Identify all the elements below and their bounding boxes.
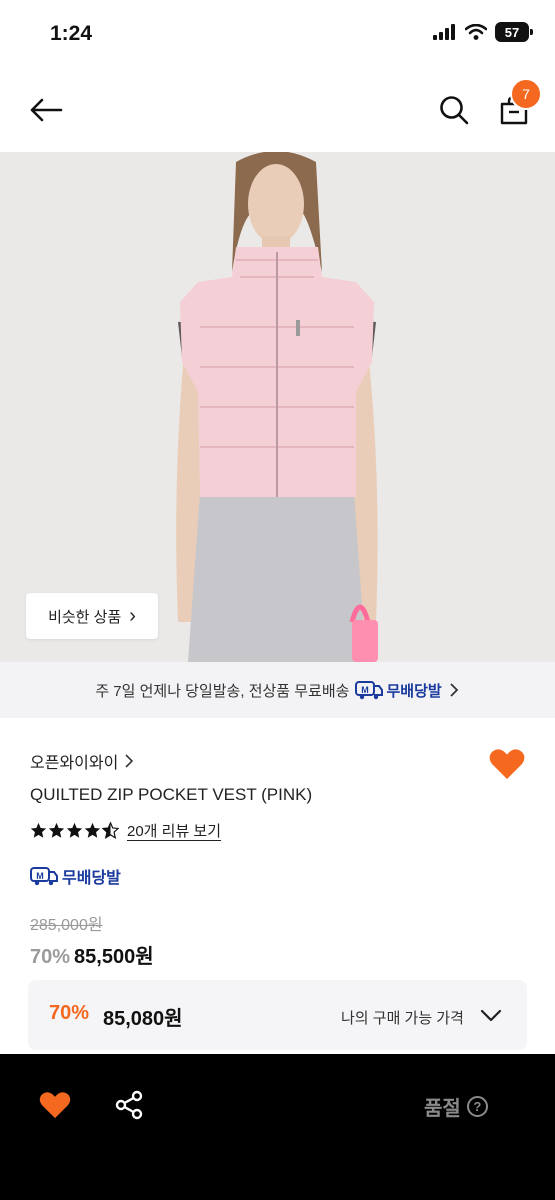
free-shipping-badge: M 무배당발 [30,864,121,888]
search-button[interactable] [434,90,474,130]
battery-icon: 57 [495,22,533,42]
sale-price: 85,500원 [74,946,154,968]
shipping-banner-text: 주 7일 언제나 당일발송, 전상품 무료배송 [95,682,350,700]
free-shipping-badge-label: 무배당발 [62,870,121,887]
shipping-banner[interactable]: 주 7일 언제나 당일발송, 전상품 무료배송 M 무배당발 [0,662,555,718]
truck-icon: M [355,681,384,700]
share-icon [115,1090,143,1120]
rating-row: 20개 리뷰 보기 [30,820,221,841]
my-price-label: 나의 구매 가능 가격 [341,1010,464,1027]
search-icon [440,96,469,125]
help-icon[interactable]: ? [466,1096,488,1117]
star-icon [30,822,47,838]
signal-icon [433,24,455,40]
like-button[interactable] [486,744,528,784]
top-nav: 7 [0,70,555,152]
status-bar: 1:24 57 [0,0,555,70]
wifi-icon [465,24,487,40]
sold-out-status: 품절 ? [424,1092,488,1121]
discount-rate: 70% [30,946,71,968]
product-image[interactable]: 비슷한 상품 › [0,152,555,662]
sold-out-label: 품절 [424,1098,461,1120]
similar-products-button[interactable]: 비슷한 상품 › [26,593,158,639]
original-price: 285,000원 [30,917,103,934]
truck-logo-mark: M [36,871,44,881]
truck-icon: M [30,867,58,886]
chevron-right-icon: › [129,605,136,627]
review-link[interactable]: 20개 리뷰 보기 [127,820,221,841]
my-price-box[interactable]: 70% 85,080원 나의 구매 가능 가격 [28,980,527,1050]
back-button[interactable] [26,90,66,130]
star-half-icon [102,822,119,839]
star-icon [66,822,83,838]
cart-count-badge: 7 [510,78,542,110]
my-discount-rate: 70% [49,1002,90,1024]
my-price: 85,080원 [103,1008,183,1030]
model-photo [0,152,555,662]
status-time: 1:24 [50,22,93,45]
bottom-action-bar: 품절 ? [0,1054,555,1200]
free-shipping-logo: M 무배당발 [355,680,442,701]
heart-icon [489,749,525,779]
star-icon [84,822,101,838]
free-shipping-logo-text: 무배당발 [386,682,442,700]
similar-products-label: 비슷한 상품 [48,608,122,626]
star-icon [48,822,65,838]
star-rating [30,822,119,839]
chevron-right-icon [125,754,134,768]
brand-link[interactable]: 오픈와이와이 [30,749,134,773]
back-arrow-icon [30,98,63,122]
truck-logo-mark: M [362,685,370,695]
price-row: 70% 85,500원 [30,940,154,969]
bottom-like-button[interactable] [36,1086,74,1124]
product-name: QUILTED ZIP POCKET VEST (PINK) [30,785,313,804]
chevron-right-icon [450,683,458,697]
share-button[interactable] [110,1086,148,1124]
brand-name: 오픈와이와이 [30,755,119,772]
heart-icon [39,1092,71,1119]
status-icons: 57 [433,22,533,42]
chevron-down-icon [480,1009,502,1022]
